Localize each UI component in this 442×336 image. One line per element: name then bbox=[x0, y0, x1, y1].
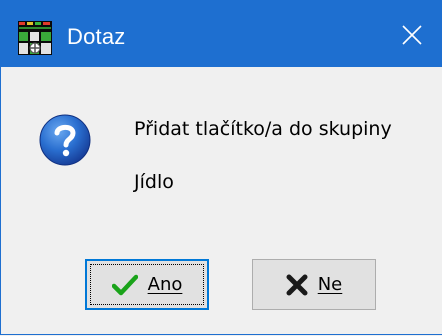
message-line: Přidat tlačítko/a do skupiny bbox=[134, 118, 392, 140]
question-icon bbox=[39, 114, 91, 166]
cross-icon bbox=[286, 274, 308, 295]
close-icon bbox=[402, 25, 422, 45]
dialog-window: Dotaz Přidat tlačítko/a do skupiny Jídlo bbox=[0, 0, 442, 335]
window-title: Dotaz bbox=[67, 24, 126, 49]
no-button[interactable]: Ne bbox=[252, 259, 376, 310]
yes-button[interactable]: Ano bbox=[85, 259, 209, 310]
checkmark-icon bbox=[111, 274, 138, 295]
close-button[interactable] bbox=[381, 15, 441, 55]
dialog-content: Přidat tlačítko/a do skupiny Jídlo Ano N… bbox=[1, 67, 442, 336]
title-bar[interactable]: Dotaz bbox=[1, 1, 442, 67]
yes-button-label: Ano bbox=[147, 274, 183, 295]
app-logo-icon bbox=[18, 21, 52, 55]
group-name-text: Jídlo bbox=[134, 171, 174, 193]
no-button-label: Ne bbox=[317, 274, 343, 295]
